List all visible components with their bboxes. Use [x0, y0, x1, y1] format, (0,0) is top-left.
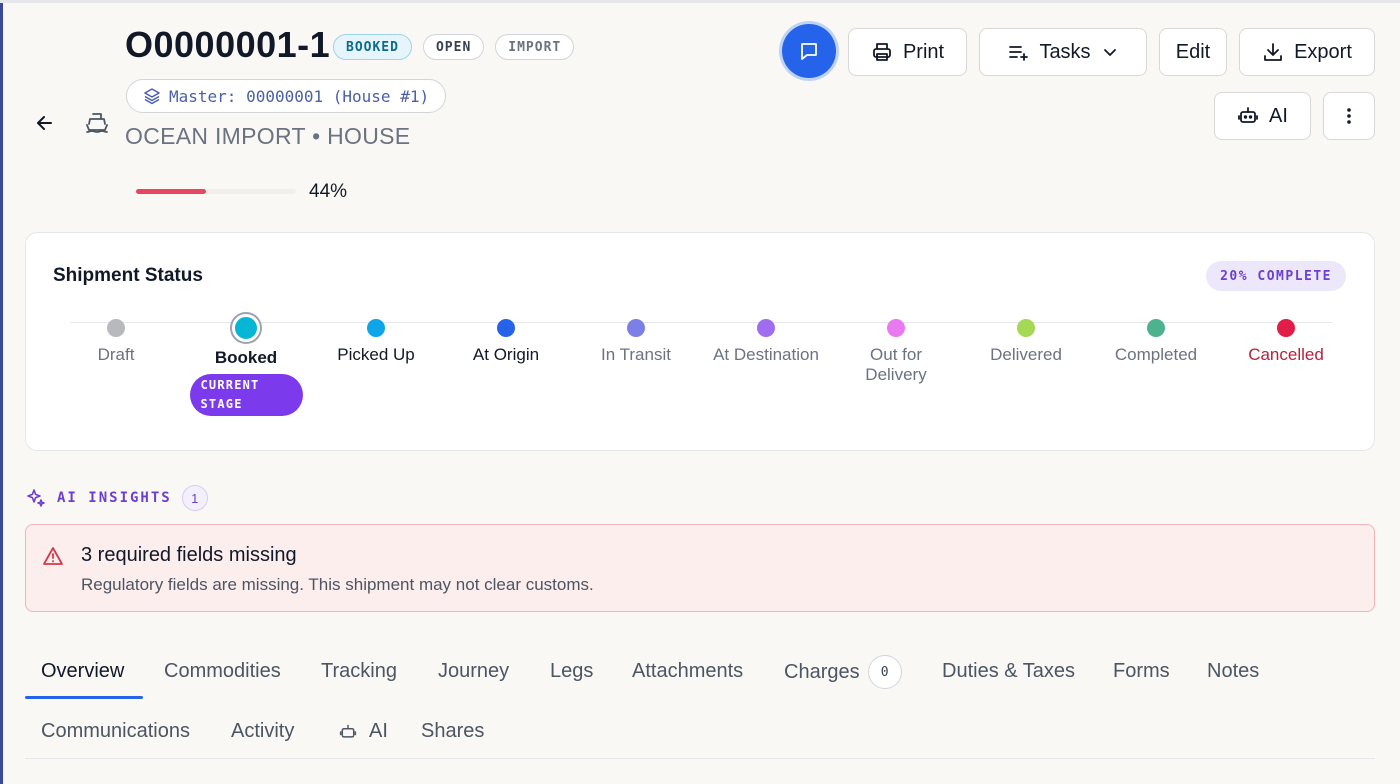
tab-journey[interactable]: Journey [438, 660, 509, 683]
stage-draft[interactable]: Draft [51, 317, 181, 365]
print-button[interactable]: Print [848, 28, 967, 76]
stage-dot [497, 319, 515, 337]
stage-dot [887, 319, 905, 337]
stage-dot [757, 319, 775, 337]
stage-label: In Transit [601, 345, 671, 364]
tab-charges-label: Charges [784, 660, 860, 683]
window-left-edge [0, 0, 3, 784]
booked-badge: BOOKED [333, 34, 412, 60]
ai-label: AI [1269, 104, 1288, 127]
stage-label: Booked [214, 348, 278, 367]
list-plus-icon [1009, 46, 1029, 61]
stage-label: Out for Delivery [865, 345, 927, 384]
tab-notes[interactable]: Notes [1207, 660, 1259, 683]
tabs-divider [25, 758, 1375, 759]
stage-at-origin[interactable]: At Origin [441, 317, 571, 365]
more-vertical-icon [1347, 108, 1351, 124]
tab-communications[interactable]: Communications [41, 720, 190, 743]
stage-out-for-delivery[interactable]: Out for Delivery [841, 317, 951, 385]
export-label: Export [1294, 40, 1352, 63]
stage-dot [367, 319, 385, 337]
tab-shares[interactable]: Shares [421, 720, 484, 743]
download-icon [1264, 43, 1282, 61]
stage-dot-current [232, 314, 260, 342]
window-top-edge [0, 0, 1400, 3]
status-title: Shipment Status [53, 265, 203, 286]
robot-icon [1238, 107, 1258, 123]
edit-button[interactable]: Edit [1159, 28, 1227, 76]
ai-insights-count: 1 [181, 485, 208, 511]
stage-dot [1147, 319, 1165, 337]
tab-duties-taxes[interactable]: Duties & Taxes [942, 660, 1075, 683]
chevron-down-icon [1103, 49, 1116, 56]
ai-insights-label: AI INSIGHTS [57, 490, 172, 506]
status-badges: BOOKED OPEN IMPORT [333, 34, 575, 60]
alert-title: 3 required fields missing [81, 544, 297, 566]
arrow-left-icon [37, 116, 52, 130]
progress-bar [136, 189, 296, 194]
tab-commodities[interactable]: Commodities [164, 660, 281, 683]
tasks-dropdown[interactable]: Tasks [979, 28, 1147, 76]
tab-ai-label: AI [369, 720, 388, 742]
chat-button[interactable] [782, 24, 836, 78]
back-button[interactable] [30, 108, 60, 138]
warning-triangle-icon [43, 547, 63, 565]
layers-icon [144, 88, 160, 105]
tab-charges[interactable]: Charges 0 [784, 655, 902, 689]
stage-dot [1017, 319, 1035, 337]
ship-icon [82, 108, 112, 138]
stage-dot [627, 319, 645, 337]
current-stage-tag: CURRENT STAGE [189, 374, 303, 416]
alert-text: Regulatory fields are missing. This ship… [81, 575, 594, 594]
stage-label: At Destination [713, 345, 819, 364]
page-title: O0000001-1 [125, 24, 331, 65]
shipment-status-card: Shipment Status 20% COMPLETE Draft Booke… [25, 232, 1375, 451]
tab-attachments[interactable]: Attachments [632, 660, 743, 683]
tab-forms[interactable]: Forms [1113, 660, 1170, 683]
master-link[interactable]: Master: 00000001 (House #1) [126, 79, 447, 113]
missing-fields-alert[interactable]: 3 required fields missing Regulatory fie… [25, 524, 1375, 612]
shipment-subtitle: OCEAN IMPORT • HOUSE [125, 123, 411, 149]
ai-button[interactable]: AI [1214, 92, 1311, 140]
stage-dot [1277, 319, 1295, 337]
more-options-button[interactable] [1323, 92, 1375, 140]
stage-at-destination[interactable]: At Destination [701, 317, 831, 365]
stage-label: Draft [97, 345, 135, 364]
stage-dot [107, 319, 125, 337]
printer-icon [873, 43, 891, 61]
tab-overview[interactable]: Overview [41, 660, 124, 683]
charges-count-badge: 0 [867, 655, 902, 689]
print-label: Print [902, 40, 945, 63]
stage-picked-up[interactable]: Picked Up [311, 317, 441, 365]
stage-cancelled[interactable]: Cancelled [1221, 317, 1351, 365]
stage-booked[interactable]: Booked CURRENT STAGE [181, 314, 311, 416]
active-tab-indicator [25, 696, 143, 699]
tab-activity[interactable]: Activity [231, 720, 294, 743]
tasks-label: Tasks [1039, 40, 1091, 63]
robot-icon [339, 724, 357, 738]
master-label: Master: 00000001 (House #1) [169, 86, 430, 106]
progress-fill [136, 189, 207, 194]
stage-delivered[interactable]: Delivered [961, 317, 1091, 365]
tab-legs[interactable]: Legs [550, 660, 593, 683]
stage-in-transit[interactable]: In Transit [571, 317, 701, 365]
tab-ai[interactable]: AI [339, 720, 388, 743]
stage-label: Picked Up [337, 345, 415, 364]
stage-completed[interactable]: Completed [1091, 317, 1221, 365]
edit-label: Edit [1175, 40, 1211, 63]
chat-icon [801, 43, 817, 60]
stage-label: Completed [1114, 345, 1198, 364]
stage-label: Delivered [990, 345, 1062, 364]
open-badge: OPEN [422, 34, 485, 60]
stage-label: At Origin [472, 345, 540, 364]
ai-insights-header: AI INSIGHTS 1 [25, 485, 208, 511]
sparkles-icon [27, 489, 45, 507]
progress-label: 44% [309, 181, 348, 202]
import-badge: IMPORT [495, 34, 575, 60]
stage-label: Cancelled [1248, 345, 1324, 364]
tab-tracking[interactable]: Tracking [321, 660, 397, 683]
export-button[interactable]: Export [1239, 28, 1375, 76]
complete-badge: 20% COMPLETE [1206, 261, 1346, 291]
